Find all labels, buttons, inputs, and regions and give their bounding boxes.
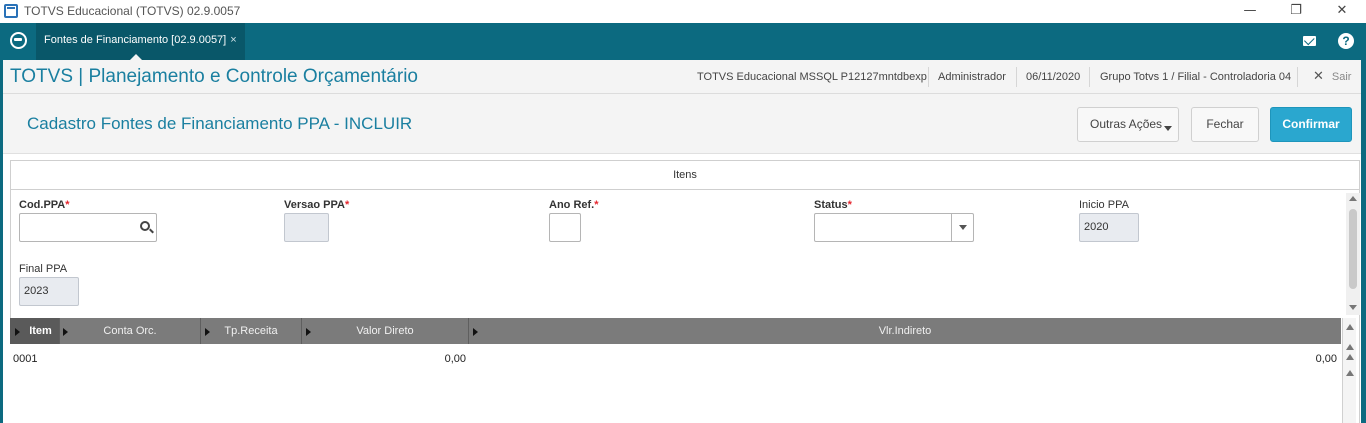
column-arrow-icon (15, 328, 20, 336)
window-title: TOTVS Educacional (TOTVS) 02.9.0057 (24, 4, 241, 18)
versao-ppa-input[interactable] (284, 213, 329, 242)
scroll-up-icon[interactable] (1346, 344, 1354, 350)
other-actions-label: Outras Ações (1090, 117, 1163, 131)
grid-header: Item Conta Orc. Tp.Receita Valor Direto … (10, 318, 1341, 344)
grid-body: 0001 0,00 0,00 (10, 344, 1341, 423)
tab-fontes-financiamento[interactable]: Fontes de Financiamento [02.9.0057] × (36, 23, 245, 60)
chevron-down-icon (1164, 126, 1172, 131)
close-button[interactable]: Fechar (1191, 107, 1259, 142)
tab-label: Fontes de Financiamento [02.9.0057] (44, 34, 227, 46)
scroll-up-alt-icon[interactable] (1346, 370, 1354, 376)
other-actions-button[interactable]: Outras Ações (1077, 107, 1179, 142)
grid-col-vlr-indireto[interactable]: Vlr.Indireto (469, 318, 1341, 344)
grid-col-tp-receita[interactable]: Tp.Receita (201, 318, 302, 344)
column-arrow-icon (205, 328, 210, 336)
column-arrow-icon (306, 328, 311, 336)
status-select[interactable] (814, 213, 974, 242)
versao-ppa-label: Versao PPA* (284, 199, 350, 211)
ano-ref-input[interactable] (549, 213, 581, 242)
top-nav-bar: Fontes de Financiamento [02.9.0057] × ? (0, 23, 1366, 60)
ano-ref-text[interactable] (554, 214, 580, 241)
inicio-ppa-label: Inicio PPA (1079, 199, 1129, 211)
status-label: Status* (814, 199, 852, 211)
totvs-logo-icon[interactable] (10, 32, 27, 49)
scroll-top-icon[interactable] (1346, 324, 1354, 330)
cell-item[interactable]: 0001 (13, 353, 37, 365)
page-title: Cadastro Fontes de Financiamento PPA - I… (27, 114, 413, 133)
restore-button[interactable]: ❐ (1273, 0, 1319, 23)
branch-info[interactable]: Grupo Totvs 1 / Filial - Controladoria 0… (1100, 71, 1291, 83)
environment-info[interactable]: TOTVS Educacional MSSQL P12127mntdbexp (697, 71, 927, 83)
window-titlebar: TOTVS Educacional (TOTVS) 02.9.0057 — ❐ … (0, 0, 1366, 23)
grid-col-conta-orc[interactable]: Conta Orc. (60, 318, 201, 344)
cell-valor-direto[interactable]: 0,00 (310, 353, 466, 365)
help-icon[interactable]: ? (1338, 33, 1354, 49)
cod-ppa-input[interactable] (19, 213, 157, 242)
scroll-up-icon[interactable] (1349, 196, 1357, 201)
column-arrow-icon (63, 328, 68, 336)
cod-ppa-label: Cod.PPA* (19, 199, 70, 211)
envelope-icon (1303, 36, 1316, 46)
grid-col-valor-direto[interactable]: Valor Direto (302, 318, 469, 344)
right-frame-border (1361, 60, 1366, 423)
grid-scrollbar[interactable] (1342, 318, 1356, 423)
scrollbar-thumb[interactable] (1349, 209, 1357, 289)
inicio-ppa-input[interactable]: 2020 (1079, 213, 1139, 242)
header-divider (1297, 67, 1298, 87)
logout-button[interactable]: ✕ Sair (1313, 69, 1351, 84)
header-divider (928, 67, 929, 87)
cod-ppa-text[interactable] (24, 214, 156, 241)
user-info[interactable]: Administrador (938, 71, 1006, 83)
app-window-icon (4, 4, 18, 18)
logout-label: Sair (1331, 71, 1352, 83)
confirm-button[interactable]: Confirmar (1270, 107, 1352, 142)
date-info[interactable]: 06/11/2020 (1026, 71, 1080, 83)
close-button-label: Fechar (1206, 117, 1244, 131)
header-divider (1089, 67, 1090, 87)
mail-button[interactable] (1296, 23, 1328, 60)
search-icon[interactable] (140, 221, 150, 231)
final-ppa-label: Final PPA (19, 263, 68, 275)
section-title-label: Itens (673, 169, 697, 181)
close-icon: ✕ (1313, 69, 1324, 84)
chevron-down-icon[interactable] (951, 214, 973, 241)
close-window-button[interactable]: ✕ (1319, 0, 1365, 23)
ano-ref-label: Ano Ref.* (549, 199, 599, 211)
column-arrow-icon (473, 328, 478, 336)
minimize-button[interactable]: — (1227, 0, 1273, 23)
section-title-itens: Itens (10, 160, 1360, 190)
scroll-down-icon[interactable] (1349, 305, 1357, 310)
grid-col-item[interactable]: Item (10, 318, 60, 344)
app-header: TOTVS | Planejamento e Controle Orçament… (3, 60, 1361, 94)
cell-vlr-indireto[interactable]: 0,00 (1210, 353, 1337, 365)
tab-close-icon[interactable]: × (230, 34, 236, 46)
final-ppa-input[interactable]: 2023 (19, 277, 79, 306)
form-scrollbar[interactable] (1346, 193, 1360, 315)
header-divider (1016, 67, 1017, 87)
app-title: TOTVS | Planejamento e Controle Orçament… (10, 66, 418, 87)
confirm-button-label: Confirmar (1282, 117, 1340, 131)
page-header: Cadastro Fontes de Financiamento PPA - I… (3, 94, 1361, 154)
scroll-page-up-icon[interactable] (1346, 354, 1354, 360)
